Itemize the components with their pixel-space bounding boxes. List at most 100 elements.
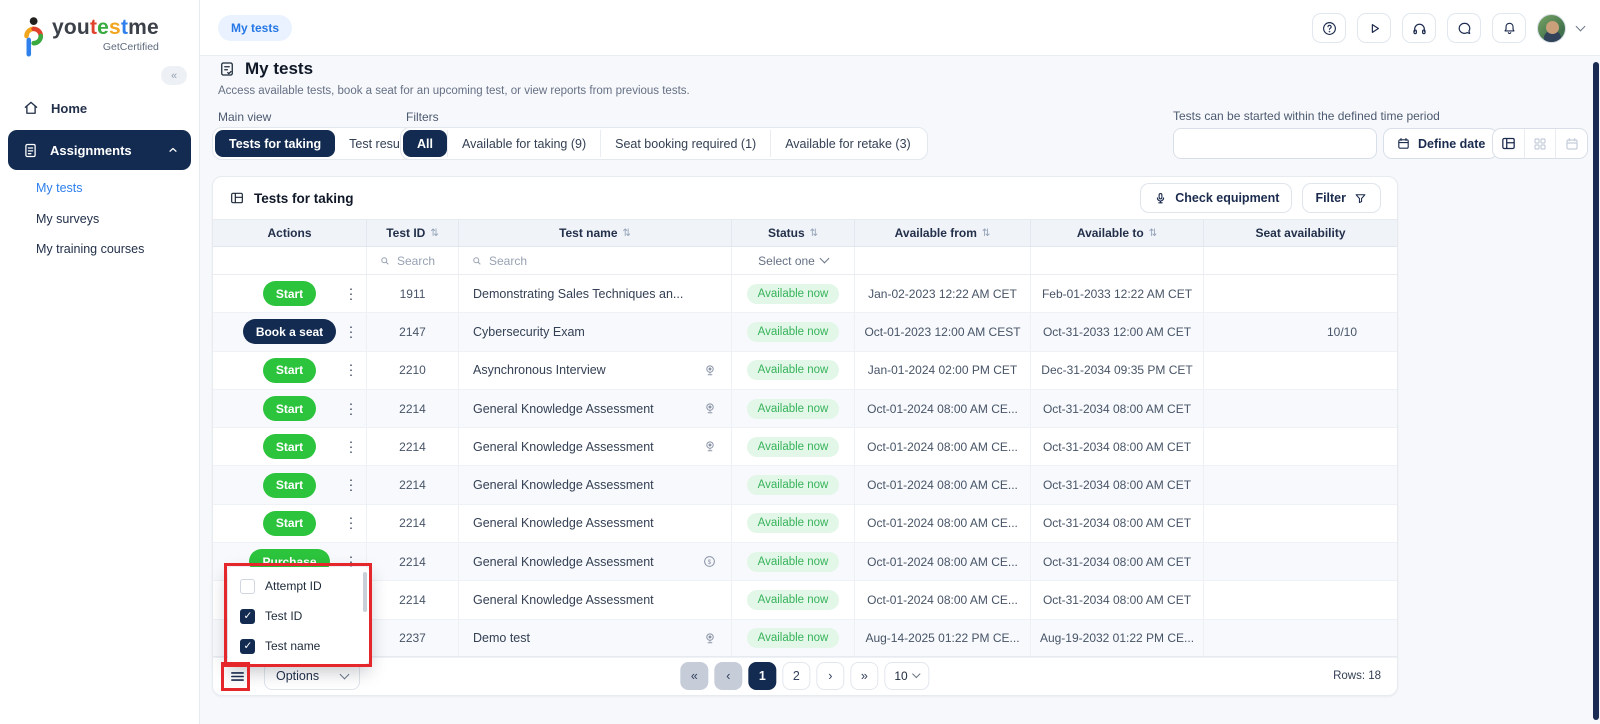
start-test-button[interactable]: Start (262, 357, 317, 383)
brand-logo-icon (24, 17, 44, 57)
column-option-label: Test name (265, 639, 321, 653)
start-test-button[interactable]: Start (262, 396, 317, 422)
row-menu-icon[interactable]: ⋮ (343, 362, 359, 379)
sort-icon[interactable]: ⇅ (430, 228, 438, 239)
page-2-button[interactable]: 2 (782, 662, 811, 690)
table-row: 2214 General Knowledge Assessment Availa… (213, 581, 1397, 620)
test-id-search-input[interactable] (397, 253, 444, 268)
dropdown-scrollbar[interactable] (363, 572, 367, 612)
options-dropdown[interactable]: Options (264, 662, 360, 690)
column-options-button[interactable] (229, 665, 251, 687)
first-page-button[interactable]: « (680, 662, 709, 690)
sort-icon[interactable]: ⇅ (982, 228, 990, 239)
tests-for-taking-panel: Tests for taking Check equipment Filter … (212, 176, 1398, 696)
headphones-icon (1412, 23, 1426, 34)
checkbox-checked[interactable] (240, 638, 255, 654)
column-header-available-from[interactable]: Available from ⇅ (855, 220, 1031, 246)
start-test-button[interactable]: Start (262, 472, 317, 498)
available-to-cell: Oct-31-2034 08:00 AM CET (1031, 466, 1204, 504)
sidebar-item-home[interactable]: Home (22, 96, 87, 120)
available-to-cell: Aug-19-2032 01:22 PM CE... (1031, 619, 1204, 657)
book-a-seat-button[interactable]: Book a seat (242, 319, 337, 345)
bell-icon (1503, 22, 1515, 34)
filter-available-for-retake[interactable]: Available for retake (3) (770, 130, 925, 157)
sidebar-item-assignments-label: Assignments (50, 142, 132, 158)
page-size-select[interactable]: 10 (884, 662, 930, 690)
available-from-cell: Jan-02-2023 12:22 AM CET (855, 275, 1031, 313)
start-test-button[interactable]: Start (262, 281, 317, 307)
sidebar-item-assignments[interactable]: Assignments (8, 130, 191, 170)
sidebar-collapse-button[interactable]: « (161, 66, 187, 85)
define-date-button[interactable]: Define date (1383, 128, 1499, 159)
checkbox-unchecked[interactable] (240, 578, 255, 594)
start-test-button[interactable]: Start (262, 510, 317, 536)
column-option-label: Test ID (265, 609, 303, 623)
table-row: Start ⋮ 1911 Demonstrating Sales Techniqu… (213, 275, 1397, 314)
table-view-button[interactable] (1493, 129, 1524, 158)
checkbox-checked[interactable] (240, 608, 255, 624)
row-menu-icon[interactable]: ⋮ (343, 400, 359, 417)
column-header-status[interactable]: Status ⇅ (732, 220, 855, 246)
page-subtitle: Access available tests, book a seat for … (218, 85, 690, 97)
topbar-actions (1312, 13, 1586, 43)
breadcrumb[interactable]: My tests (218, 15, 293, 41)
chat-button[interactable] (1447, 13, 1481, 43)
table-row: Purchase ⋮ 2214 General Knowledge Assessm… (213, 543, 1397, 582)
row-menu-icon[interactable]: ⋮ (343, 515, 359, 532)
test-name-search-input[interactable] (489, 253, 663, 268)
row-menu-icon[interactable]: ⋮ (343, 323, 359, 340)
grid-view-button[interactable] (1523, 129, 1556, 158)
last-page-button[interactable]: » (850, 662, 879, 690)
row-menu-icon[interactable]: ⋮ (343, 477, 359, 494)
status-badge: Available now (746, 398, 840, 419)
help-button[interactable] (1312, 13, 1346, 43)
status-badge: Available now (746, 475, 840, 496)
user-menu-chevron-icon[interactable] (1575, 21, 1586, 32)
seat-availability-cell (1204, 505, 1397, 542)
notifications-button[interactable] (1492, 13, 1526, 43)
test-id-cell: 2147 (367, 313, 459, 351)
sidebar-item-my-surveys[interactable]: My surveys (36, 212, 99, 226)
column-option-test-id[interactable]: Test ID (228, 601, 369, 631)
webcam-proctoring-icon (703, 363, 717, 378)
support-button[interactable] (1402, 13, 1436, 43)
sort-icon[interactable]: ⇅ (810, 228, 818, 239)
calendar-view-button[interactable] (1555, 129, 1587, 158)
sort-icon[interactable]: ⇅ (1149, 228, 1157, 239)
column-header-available-to[interactable]: Available to ⇅ (1031, 220, 1204, 246)
test-id-cell: 2214 (367, 428, 459, 466)
page-scrollbar[interactable] (1593, 62, 1599, 720)
row-menu-icon[interactable]: ⋮ (343, 438, 359, 455)
filter-seat-booking-required[interactable]: Seat booking required (1) (600, 130, 770, 157)
tab-tests-for-taking[interactable]: Tests for taking (215, 130, 336, 157)
document-icon (22, 142, 39, 159)
row-menu-icon[interactable]: ⋮ (343, 285, 359, 302)
rows-count: Rows: 18 (1333, 670, 1381, 682)
start-test-button[interactable]: Start (262, 434, 317, 460)
tour-play-button[interactable] (1357, 13, 1391, 43)
available-to-cell: Dec-31-2034 09:35 PM CET (1031, 351, 1204, 389)
column-header-test-name[interactable]: Test name ⇅ (459, 220, 732, 246)
column-option-test-name[interactable]: Test name (228, 631, 369, 661)
user-avatar[interactable] (1537, 13, 1566, 43)
column-option-label: Attempt ID (265, 579, 322, 593)
next-page-button[interactable]: › (816, 662, 845, 690)
sidebar-item-my-training-courses[interactable]: My training courses (36, 242, 144, 256)
sidebar-item-my-tests[interactable]: My tests (36, 181, 83, 195)
date-period-input[interactable] (1173, 128, 1377, 159)
check-equipment-button[interactable]: Check equipment (1140, 183, 1293, 213)
column-header-test-id[interactable]: Test ID ⇅ (367, 220, 459, 246)
filter-all[interactable]: All (403, 130, 447, 157)
sort-icon[interactable]: ⇅ (623, 228, 631, 239)
page-1-button[interactable]: 1 (748, 662, 777, 690)
column-option-attempt-id[interactable]: Attempt ID (228, 571, 369, 601)
filter-button[interactable]: Filter (1302, 183, 1381, 213)
filter-available-for-taking[interactable]: Available for taking (9) (446, 130, 600, 157)
status-select[interactable]: Select one (732, 247, 855, 274)
app-window: youtestme GetCertified « Home Assignment… (0, 0, 1600, 724)
test-name-cell: Cybersecurity Exam (459, 313, 732, 351)
status-badge: Available now (746, 551, 840, 572)
seat-availability-cell (1204, 466, 1397, 503)
test-id-search-cell (367, 247, 459, 274)
previous-page-button[interactable]: ‹ (714, 662, 743, 690)
